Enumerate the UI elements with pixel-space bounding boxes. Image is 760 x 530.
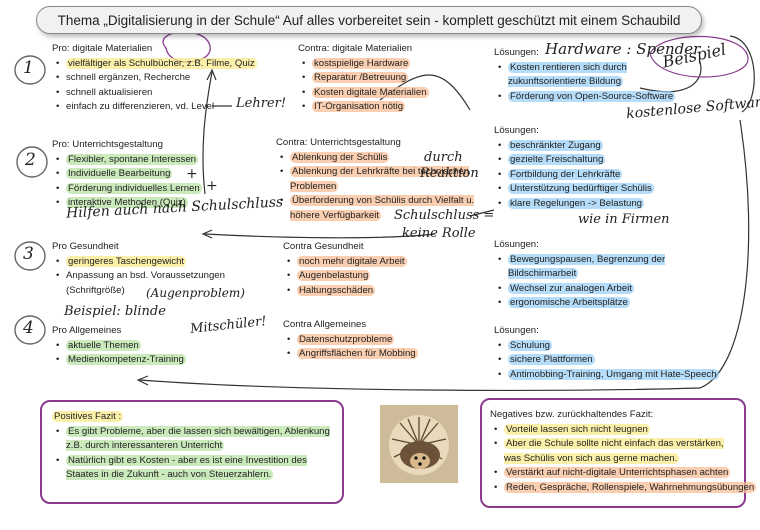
list-item: noch mehr digitale Arbeit [287,255,407,270]
title-banner: Thema „Digitalisierung in der Schule“ Au… [36,6,702,34]
hedgehog-image [380,405,458,483]
list-item: Bewegungspausen, Begrenzung der Bildschi… [498,253,674,282]
ink-curve-middle [204,233,436,239]
section-heading: Contra: Unterrichtsgestaltung [276,137,401,148]
number-4: 4 [23,318,34,338]
list-item: Es gibt Probleme, aber die lassen sich b… [56,425,336,454]
section-heading: Pro Gesundheit [52,241,119,252]
list-item: Natürlich gibt es Kosten - aber es ist e… [56,454,336,483]
list-item: Datenschutzprobleme [287,333,418,348]
positive-fazit-box: Positives Fazit : Es gibt Probleme, aber… [40,400,344,504]
list-item: Augenbelastung [287,269,407,284]
hedgehog-icon [389,415,449,475]
negative-fazit-content: Negatives bzw. zurückhaltendes Fazit: Vo… [490,408,757,496]
list-item: sichere Plattformen [498,353,719,368]
list-item: Förderung individuelles Lernen [56,182,202,197]
contra-general-section: Contra Allgemeines Datenschutzprobleme A… [283,318,418,362]
positive-fazit-content: Positives Fazit : Es gibt Probleme, aber… [52,410,336,483]
section-heading: Contra: digitale Materialien [298,43,413,54]
section-heading: Pro: Unterrichtsgestaltung [52,139,163,150]
list-item: Angriffsflächen für Mobbing [287,347,418,362]
solutions-2-section: Lösungen: beschränkter Zugang gezielte F… [494,124,654,211]
list-item: schnell aktualisieren [56,86,257,101]
list-item: Wechsel zur analogen Arbeit [498,282,674,297]
page-title: Thema „Digitalisierung in der Schule“ Au… [57,12,681,28]
list-item: Verstärkt auf nicht-digitale Unterrichts… [494,466,740,481]
list-item: Individuelle Bearbeitung [56,167,202,182]
number-2: 2 [25,150,36,170]
section-heading: Contra Gesundheit [283,241,364,252]
list-item: Vorteile lassen sich nicht leugnen [494,423,740,438]
section-heading: Lösungen: [494,325,539,336]
contra-materials-section: Contra: digitale Materialien kostspielig… [298,42,429,115]
list-item: Medienkompetenz-Training [56,353,186,368]
list-item: aktuelle Themen [56,339,186,354]
hand-reaktion: Reaktion [420,166,479,181]
hand-durch: durch [424,150,463,165]
list-item: ergonomische Arbeitsplätze [498,296,674,311]
list-item: vielfältiger als Schulbücher, z.B. Filme… [56,57,257,72]
list-item: Förderung von Open-Source-Software [498,90,676,105]
list-item: klare Regelungen -> Belastung [498,197,654,212]
hand-keine-rolle: keine Rolle [402,226,476,241]
list-item: Aber die Schule sollte nicht einfach das… [494,437,740,466]
number-1: 1 [23,58,34,78]
list-item: Unterstützung bedürftiger Schülis [498,182,654,197]
section-heading: Positives Fazit : [52,411,124,422]
list-item: kostspielige Hardware [302,57,429,72]
list-item: Antimobbing-Training, Umgang mit Hate-Sp… [498,368,719,383]
pro-general-section: Pro Allgemeines aktuelle Themen Medienko… [52,324,186,368]
hand-plus-1: + [186,166,198,182]
list-item: Schulung [498,339,719,354]
list-item: einfach zu differenzieren, vd. Level [56,100,257,115]
contra-health-section: Contra Gesundheit noch mehr digitale Arb… [283,240,407,298]
hand-schulschluss: Schulschluss = [394,208,495,223]
list-item: gezielte Freischaltung [498,153,654,168]
list-item: beschränkter Zugang [498,139,654,154]
solutions-3-section: Lösungen: Bewegungspausen, Begrenzung de… [494,238,674,311]
pro-materials-section: Pro: digitale Materialien vielfältiger a… [52,42,257,115]
number-3: 3 [23,244,34,264]
section-heading: Contra Allgemeines [283,319,367,330]
negative-fazit-box: Negatives bzw. zurückhaltendes Fazit: Vo… [480,398,757,508]
list-item: Fortbildung der Lehrkräfte [498,168,654,183]
list-item: Kosten rentieren sich durch zukunftsorie… [498,61,644,90]
list-item: Kosten digitale Materialien [302,86,429,101]
list-item: Flexibler, spontane Interessen [56,153,202,168]
solutions-4-section: Lösungen: Schulung sichere Plattformen A… [494,324,719,382]
list-item: schnell ergänzen, Recherche [56,71,257,86]
list-item: geringeres Taschengewicht [56,255,236,270]
list-item: Haltungsschäden [287,284,407,299]
hand-lehrer: Lehrer! [236,96,287,111]
section-heading: Lösungen: [494,125,539,136]
section-heading: Lösungen: [494,239,539,250]
section-heading: Negatives bzw. zurückhaltendes Fazit: [490,409,654,420]
list-item: Reparatur /Betreuung [302,71,429,86]
list-item: IT-Organisation nötig [302,100,429,115]
section-heading: Pro: digitale Materialien [52,43,153,54]
hand-wie-in-firmen: wie in Firmen [578,212,670,227]
hand-beispiel-blinde: Beispiel: blinde [64,304,166,319]
hand-augenproblem: (Augenproblem) [146,286,245,300]
hand-plus-2: + [206,178,218,194]
list-item: Reden, Gespräche, Rollenspiele, Wahrnehm… [494,481,757,496]
section-heading: Pro Allgemeines [52,325,122,336]
